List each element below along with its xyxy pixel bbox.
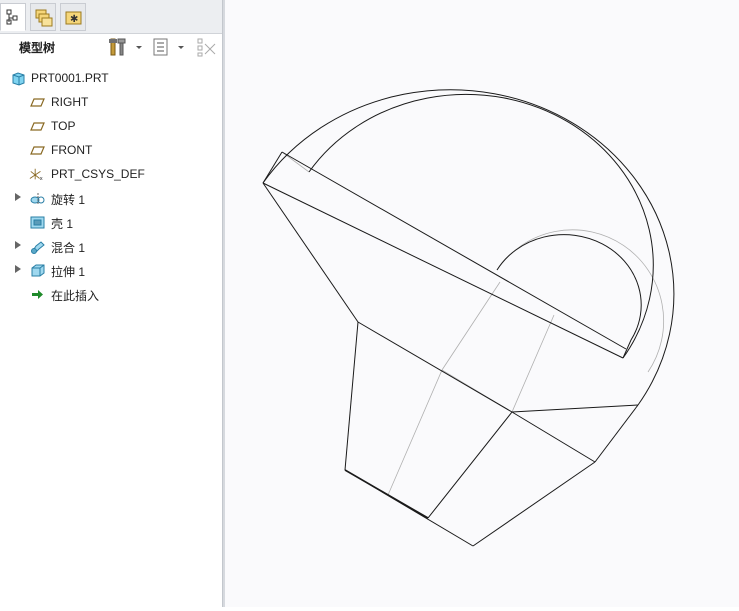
- tree-item-front[interactable]: FRONT: [0, 138, 222, 162]
- datum-plane-icon: [30, 122, 45, 131]
- revolve-icon: [30, 193, 45, 205]
- tree-item-insert-here[interactable]: 在此插入: [0, 282, 222, 306]
- tree-item-extrude[interactable]: 拉伸 1: [0, 258, 222, 282]
- insert-here-arrow-icon: [32, 290, 43, 299]
- graphics-viewport[interactable]: [225, 0, 739, 607]
- shell-icon: [30, 216, 45, 229]
- tree-icon: [6, 9, 18, 25]
- folder-browser-tab[interactable]: [30, 3, 56, 31]
- tree-item-label: PRT_CSYS_DEF: [51, 167, 145, 181]
- svg-text:x: x: [40, 176, 43, 182]
- panel-title: 模型树: [19, 41, 56, 55]
- datum-plane-icon: [30, 98, 45, 107]
- model-wireframe: [262, 89, 675, 547]
- tree-item-label: 旋转 1: [51, 193, 86, 207]
- visible-edges: [262, 89, 675, 547]
- blend-icon: [31, 241, 45, 254]
- tree-item-label: 壳 1: [51, 217, 74, 231]
- panel-toolbar: 模型树: [0, 34, 222, 60]
- model-tree-panel: ✱ 模型树 PRT0001.PRT RIGHT TOP FRONT x PRT_…: [0, 0, 222, 607]
- tree-item-label: 混合 1: [51, 241, 86, 255]
- expand-arrow-icon[interactable]: [15, 193, 21, 201]
- part-icon: [12, 72, 25, 86]
- tree-item-part[interactable]: PRT0001.PRT: [0, 66, 222, 90]
- settings-dropdown-chevron-icon[interactable]: [134, 37, 144, 57]
- tree-item-blend[interactable]: 混合 1: [0, 234, 222, 258]
- tree-item-top[interactable]: TOP: [0, 114, 222, 138]
- tree-item-label: PRT0001.PRT: [31, 71, 109, 85]
- favorites-tab[interactable]: ✱: [60, 3, 86, 31]
- expand-arrow-icon[interactable]: [15, 241, 21, 249]
- tree-item-label: FRONT: [51, 143, 93, 157]
- show-dropdown-chevron-icon[interactable]: [176, 37, 186, 57]
- tree-item-label: 在此插入: [51, 289, 100, 303]
- tree-item-csys[interactable]: x PRT_CSYS_DEF: [0, 162, 222, 186]
- show-options-icon[interactable]: [152, 37, 170, 57]
- tree-filter-icon[interactable]: [196, 37, 218, 57]
- tree-item-shell[interactable]: 壳 1: [0, 210, 222, 234]
- panel-tabs: ✱: [0, 0, 222, 34]
- tree-item-label: TOP: [51, 119, 76, 133]
- tree-item-revolve[interactable]: 旋转 1: [0, 186, 222, 210]
- extrude-icon: [31, 264, 45, 277]
- settings-tools-icon[interactable]: [108, 37, 128, 57]
- hidden-edges: [281, 151, 664, 519]
- tree-item-label: RIGHT: [51, 95, 89, 109]
- svg-text:✱: ✱: [70, 14, 78, 25]
- tree-item-right[interactable]: RIGHT: [0, 90, 222, 114]
- expand-arrow-icon[interactable]: [15, 265, 21, 273]
- folders-icon: [35, 9, 53, 27]
- datum-plane-icon: [30, 146, 45, 155]
- tree-item-label: 拉伸 1: [51, 265, 86, 279]
- csys-icon: x: [29, 168, 43, 182]
- favorites-icon: ✱: [65, 11, 82, 25]
- model-tree-tab[interactable]: [0, 3, 26, 31]
